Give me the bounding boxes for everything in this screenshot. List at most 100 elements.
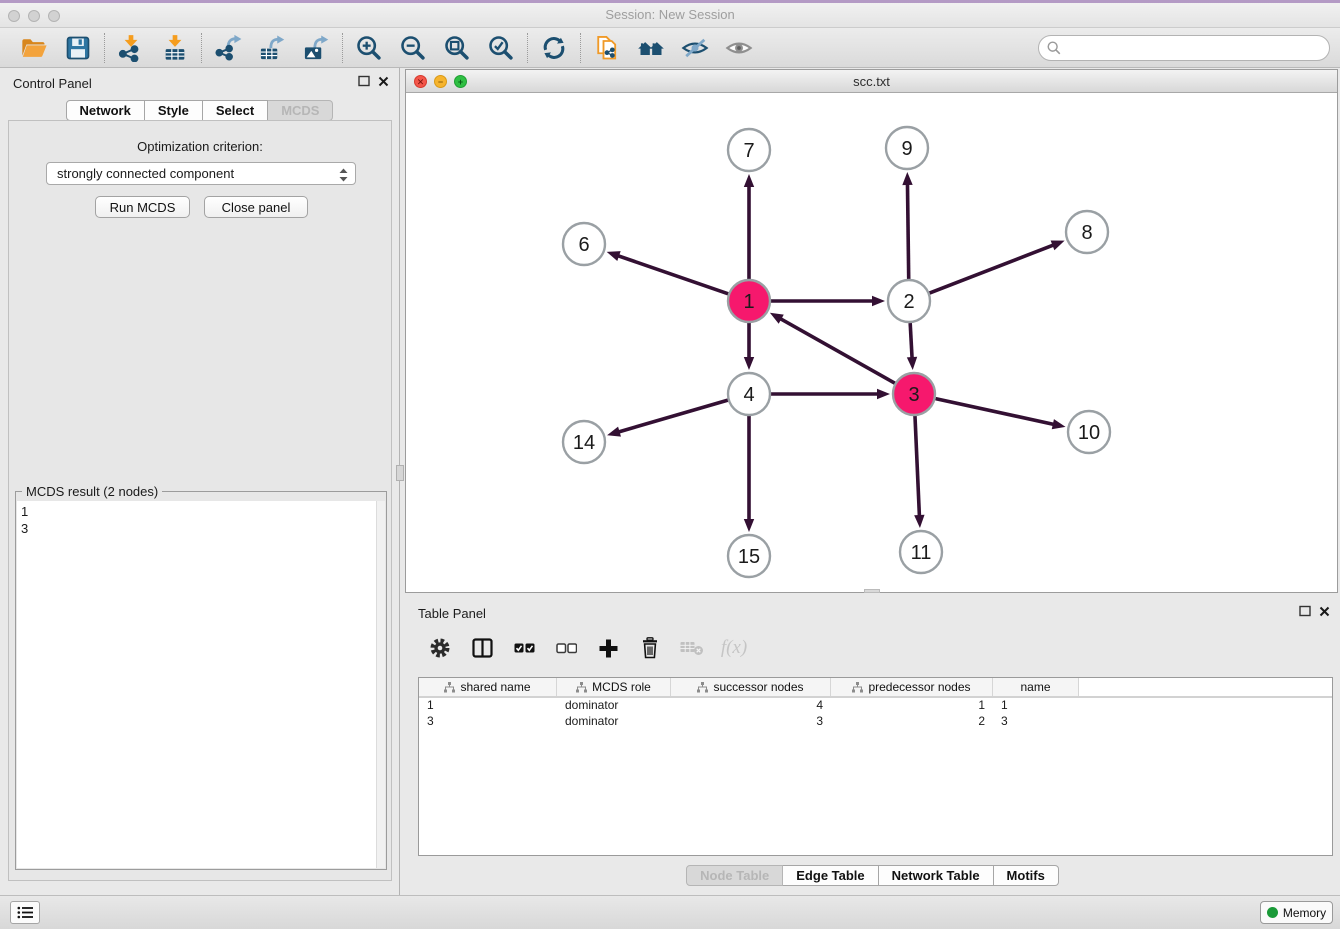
run-mcds-button[interactable]: Run MCDS <box>95 196 190 218</box>
refresh-view-button[interactable] <box>538 32 570 64</box>
table-cell[interactable]: 4 <box>671 698 831 714</box>
tab-select[interactable]: Select <box>203 100 268 121</box>
search-field[interactable] <box>1038 35 1330 61</box>
tab-edge-table[interactable]: Edge Table <box>783 865 878 886</box>
network-canvas[interactable]: 1 2 3 4 6 7 8 9 10 11 14 15 <box>406 93 1337 592</box>
zoom-selected-button[interactable] <box>485 32 517 64</box>
graph-node-3[interactable]: 3 <box>893 373 935 415</box>
save-icon <box>64 34 92 62</box>
open-session-button[interactable] <box>18 32 50 64</box>
panel-splitter-handle[interactable] <box>396 465 404 481</box>
close-panel-button[interactable]: Close panel <box>204 196 308 218</box>
graph-edge-4-14[interactable] <box>607 400 728 437</box>
table-cell[interactable]: dominator <box>557 698 671 714</box>
float-table-panel-icon[interactable] <box>1299 605 1311 617</box>
node-label: 9 <box>901 138 912 160</box>
column-layout-button[interactable] <box>469 635 495 661</box>
show-all-button[interactable] <box>723 32 755 64</box>
tab-network-table[interactable]: Network Table <box>879 865 994 886</box>
column-header-shared-name[interactable]: shared name <box>419 678 557 696</box>
graph-node-10[interactable]: 10 <box>1068 411 1110 453</box>
export-table-button[interactable] <box>256 32 288 64</box>
column-header-mcds-role[interactable]: MCDS role <box>557 678 671 696</box>
graph-edge-4-15[interactable] <box>744 416 754 532</box>
graph-node-9[interactable]: 9 <box>886 127 928 169</box>
graph-node-2[interactable]: 2 <box>888 280 930 322</box>
task-history-button[interactable] <box>10 901 40 924</box>
import-table-button[interactable] <box>159 32 191 64</box>
delete-table-button[interactable] <box>679 635 705 661</box>
graph-edge-3-11[interactable] <box>914 416 924 528</box>
export-image-button[interactable] <box>300 32 332 64</box>
export-network-button[interactable] <box>212 32 244 64</box>
mcds-result-line: 3 <box>21 520 372 537</box>
delete-column-button[interactable] <box>637 635 663 661</box>
import-network-button[interactable] <box>115 32 147 64</box>
column-header-successor-nodes[interactable]: successor nodes <box>671 678 831 696</box>
table-cell[interactable]: 2 <box>831 714 993 730</box>
graph-node-1[interactable]: 1 <box>728 280 770 322</box>
optimization-criterion-label: Optimization criterion: <box>9 139 391 154</box>
table-settings-button[interactable] <box>427 635 453 661</box>
network-window-titlebar[interactable]: ✕ − + scc.txt <box>406 70 1337 93</box>
table-cell[interactable]: dominator <box>557 714 671 730</box>
select-all-columns-button[interactable] <box>511 635 537 661</box>
import-network-icon <box>117 34 145 62</box>
tab-network[interactable]: Network <box>66 100 145 121</box>
result-scrollbar[interactable] <box>376 501 385 868</box>
deselect-all-columns-button[interactable] <box>553 635 579 661</box>
table-cell[interactable]: 3 <box>419 714 557 730</box>
table-cell[interactable]: 3 <box>671 714 831 730</box>
zoom-selected-icon <box>487 34 515 62</box>
graph-edge-4-3[interactable] <box>771 389 890 399</box>
graph-node-14[interactable]: 14 <box>563 421 605 463</box>
tab-motifs[interactable]: Motifs <box>994 865 1059 886</box>
clone-network-button[interactable] <box>591 32 623 64</box>
graph-node-8[interactable]: 8 <box>1066 211 1108 253</box>
table-cell[interactable]: 1 <box>419 698 557 714</box>
table-cell[interactable]: 1 <box>993 698 1079 714</box>
node-label: 3 <box>908 384 919 406</box>
search-input[interactable] <box>1038 35 1330 61</box>
first-neighbors-button[interactable] <box>635 32 667 64</box>
graph-edge-3-1[interactable] <box>770 313 895 383</box>
graph-node-4[interactable]: 4 <box>728 373 770 415</box>
graph-edge-1-2[interactable] <box>771 296 885 306</box>
graph-node-11[interactable]: 11 <box>900 531 942 573</box>
zoom-in-button[interactable] <box>353 32 385 64</box>
table-row[interactable]: 3dominator323 <box>419 714 1332 730</box>
graph-edge-1-6[interactable] <box>607 251 729 294</box>
graph-edge-1-4[interactable] <box>744 323 754 370</box>
table-row[interactable]: 1dominator411 <box>419 698 1332 714</box>
arrowhead-icon <box>744 174 754 187</box>
save-session-button[interactable] <box>62 32 94 64</box>
table-cell[interactable]: 1 <box>831 698 993 714</box>
mcds-result-text[interactable]: 13 <box>17 501 376 868</box>
graph-edge-1-7[interactable] <box>744 174 754 279</box>
graph-node-15[interactable]: 15 <box>728 535 770 577</box>
graph-edge-2-9[interactable] <box>902 172 912 279</box>
zoom-fit-button[interactable] <box>441 32 473 64</box>
close-table-panel-icon[interactable] <box>1319 606 1330 617</box>
apply-function-button[interactable]: f(x) <box>721 635 747 661</box>
float-panel-icon[interactable] <box>358 75 370 87</box>
memory-button[interactable]: Memory <box>1260 901 1333 924</box>
hide-selected-button[interactable] <box>679 32 711 64</box>
column-header-name[interactable]: name <box>993 678 1079 696</box>
add-column-button[interactable] <box>595 635 621 661</box>
column-header-predecessor-nodes[interactable]: predecessor nodes <box>831 678 993 696</box>
graph-node-7[interactable]: 7 <box>728 129 770 171</box>
tab-style[interactable]: Style <box>145 100 203 121</box>
table-cell[interactable]: 3 <box>993 714 1079 730</box>
close-panel-icon[interactable] <box>378 76 389 87</box>
zoom-out-button[interactable] <box>397 32 429 64</box>
arrowhead-icon <box>770 313 784 324</box>
graph-edge-3-10[interactable] <box>935 399 1065 430</box>
graph-edge-2-8[interactable] <box>930 241 1065 294</box>
tab-mcds[interactable]: MCDS <box>268 100 333 121</box>
canvas-splitter-handle[interactable] <box>864 589 880 593</box>
graph-node-6[interactable]: 6 <box>563 223 605 265</box>
tab-node-table[interactable]: Node Table <box>686 865 783 886</box>
graph-edge-2-3[interactable] <box>907 323 917 370</box>
criterion-select[interactable]: strongly connected component <box>46 162 356 185</box>
